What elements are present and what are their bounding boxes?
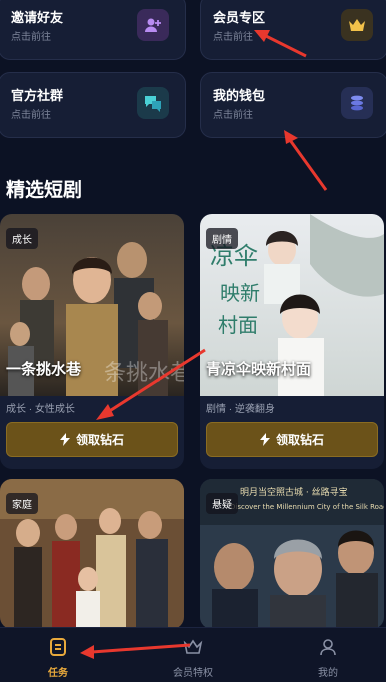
drama-title: 一条挑水巷	[6, 361, 82, 378]
drama-genre: 成长 · 女性成长	[6, 404, 75, 415]
card-subtitle: 点击前往	[213, 110, 253, 121]
crown-icon	[341, 9, 373, 41]
claim-diamond-button[interactable]: 领取钻石	[206, 422, 378, 457]
user-icon	[320, 639, 336, 656]
tab-label: 会员特权	[173, 668, 213, 679]
drama-card[interactable]: 条挑水巷 成长 一条挑水巷 成长 · 女性成长 领取钻石	[0, 214, 184, 469]
card-title: 我的钱包	[213, 88, 266, 103]
genre-tag: 家庭	[6, 493, 38, 514]
genre-tag: 悬疑	[206, 493, 238, 514]
card-title: 邀请好友	[11, 10, 64, 25]
svg-text:条挑水巷: 条挑水巷	[104, 361, 184, 386]
bottom-tab-bar: 任务 会员特权 我的	[0, 627, 386, 682]
card-title: 官方社群	[11, 88, 64, 103]
tab-vip-privileges[interactable]: 会员特权	[153, 628, 233, 682]
card-title: 会员专区	[213, 10, 266, 25]
drama-card[interactable]: 凉伞 映新 村面 剧情 青凉伞映新村面 剧情 · 逆袭翻身 领取钻石	[200, 214, 384, 469]
tab-profile[interactable]: 我的	[288, 628, 368, 682]
tab-label: 我的	[318, 668, 338, 679]
claim-diamond-button[interactable]: 领取钻石	[6, 422, 178, 457]
drama-card[interactable]: 家庭	[0, 479, 184, 629]
add-user-icon	[137, 9, 169, 41]
coins-icon	[341, 87, 373, 119]
tab-tasks[interactable]: 任务	[18, 628, 98, 682]
svg-text:Discover the Millennium City o: Discover the Millennium City of the Silk…	[230, 503, 384, 511]
my-wallet-card[interactable]: 我的钱包 点击前往	[200, 72, 386, 138]
card-subtitle: 点击前往	[213, 32, 253, 43]
claim-button-label: 领取钻石	[75, 433, 124, 447]
svg-text:映新: 映新	[220, 281, 260, 305]
official-community-card[interactable]: 官方社群 点击前往	[0, 72, 186, 138]
drama-title: 青凉伞映新村面	[206, 361, 312, 378]
task-icon	[50, 638, 66, 656]
chat-icon	[137, 87, 169, 119]
card-subtitle: 点击前往	[11, 32, 51, 43]
drama-genre: 剧情 · 逆袭翻身	[206, 404, 275, 415]
vip-zone-card[interactable]: 会员专区 点击前往	[200, 0, 386, 60]
genre-tag: 成长	[6, 228, 38, 249]
svg-text:村面: 村面	[218, 313, 258, 337]
section-title: 精选短剧	[6, 180, 83, 201]
crown-icon	[183, 639, 203, 654]
lightning-icon	[59, 433, 70, 446]
svg-text:明月当空照古城 · 丝路寻宝: 明月当空照古城 · 丝路寻宝	[240, 486, 348, 498]
tab-label: 任务	[48, 668, 68, 679]
invite-friends-card[interactable]: 邀请好友 点击前往	[0, 0, 186, 60]
genre-tag: 剧情	[206, 228, 238, 249]
claim-button-label: 领取钻石	[275, 433, 324, 447]
drama-card[interactable]: 明月当空照古城 · 丝路寻宝 Discover the Millennium C…	[200, 479, 384, 629]
lightning-icon	[259, 433, 270, 446]
card-subtitle: 点击前往	[11, 110, 51, 121]
